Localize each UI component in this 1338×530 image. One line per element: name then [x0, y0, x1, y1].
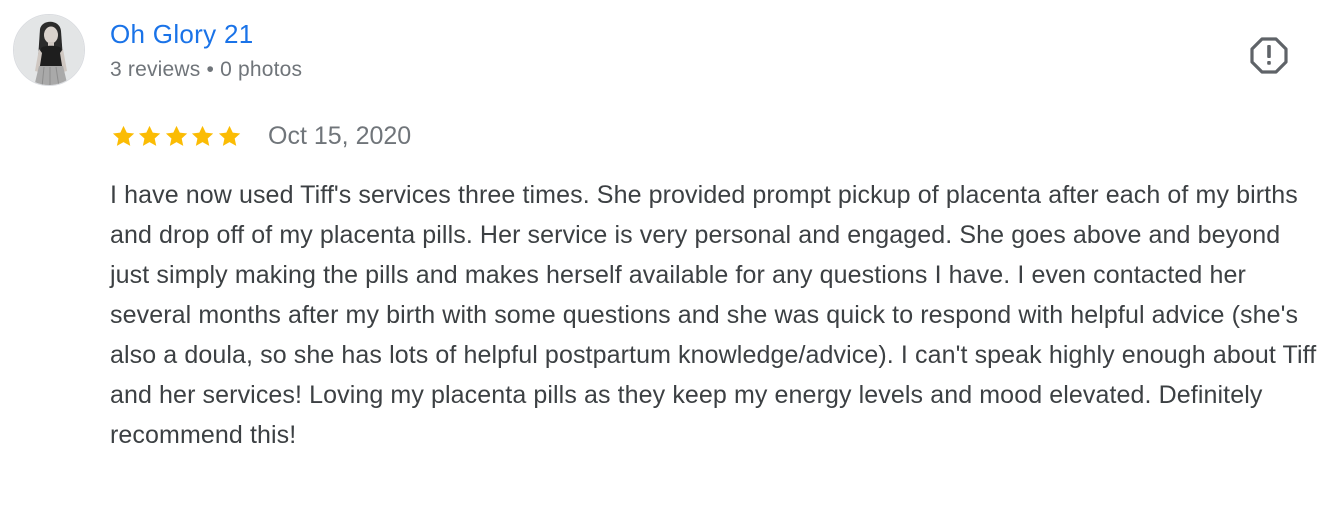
star-icon [139, 125, 161, 146]
avatar[interactable] [13, 14, 85, 86]
star-icon [218, 125, 240, 146]
star-icon [165, 125, 187, 146]
star-icon [112, 125, 135, 146]
review-date: Oct 15, 2020 [268, 122, 412, 150]
star-rating [110, 123, 242, 150]
avatar-photo [14, 15, 84, 85]
reviewer-name[interactable]: Oh Glory 21 [110, 17, 253, 51]
meta-separator: • [206, 58, 215, 81]
star-icon [192, 125, 214, 146]
reviews-count: 3 reviews [110, 58, 201, 81]
review-card: Oh Glory 21 3 reviews • 0 photos Oct 15, 2… [0, 0, 1338, 530]
reviewer-meta: 3 reviews • 0 photos [110, 56, 302, 84]
review-text: I have now used Tiff's services three ti… [110, 181, 1317, 449]
report-review-button[interactable] [1249, 35, 1289, 75]
rating-row: Oct 15, 2020 [110, 119, 411, 153]
report-flag-octagon-icon [1250, 37, 1288, 74]
photos-count: 0 photos [220, 58, 303, 81]
